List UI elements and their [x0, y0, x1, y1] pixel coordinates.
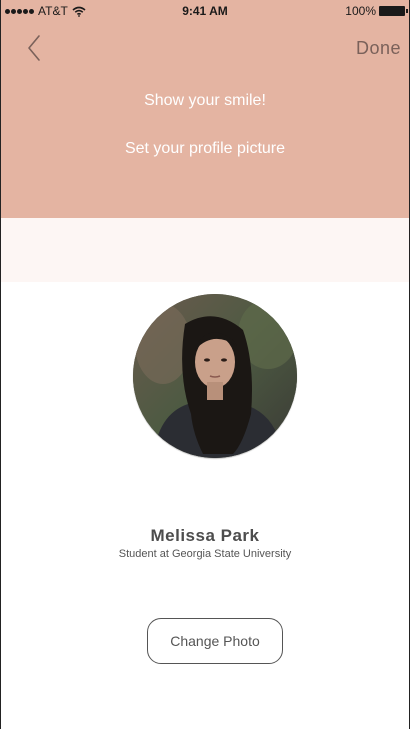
chevron-left-icon	[28, 35, 40, 61]
header-title: Show your smile!	[144, 92, 266, 109]
back-button[interactable]	[23, 34, 53, 64]
app-screen: AT&T 9:41 AM 100% Done Show your smile! …	[0, 0, 410, 729]
profile-name: Melissa Park	[150, 526, 260, 545]
header-panel: AT&T 9:41 AM 100% Done Show your smile! …	[1, 0, 409, 218]
tint-band	[1, 218, 409, 282]
status-bar: AT&T 9:41 AM 100%	[1, 0, 409, 22]
done-button[interactable]: Done	[356, 38, 401, 59]
change-photo-button[interactable]: Change Photo	[147, 618, 283, 664]
profile-description: Student at Georgia State University	[118, 548, 292, 560]
avatar[interactable]	[133, 294, 297, 458]
profile-photo	[133, 294, 297, 458]
status-right: 100%	[345, 4, 408, 18]
header-subtitle: Set your profile picture	[124, 140, 286, 157]
battery-percent: 100%	[345, 4, 376, 18]
battery-icon	[379, 6, 408, 16]
